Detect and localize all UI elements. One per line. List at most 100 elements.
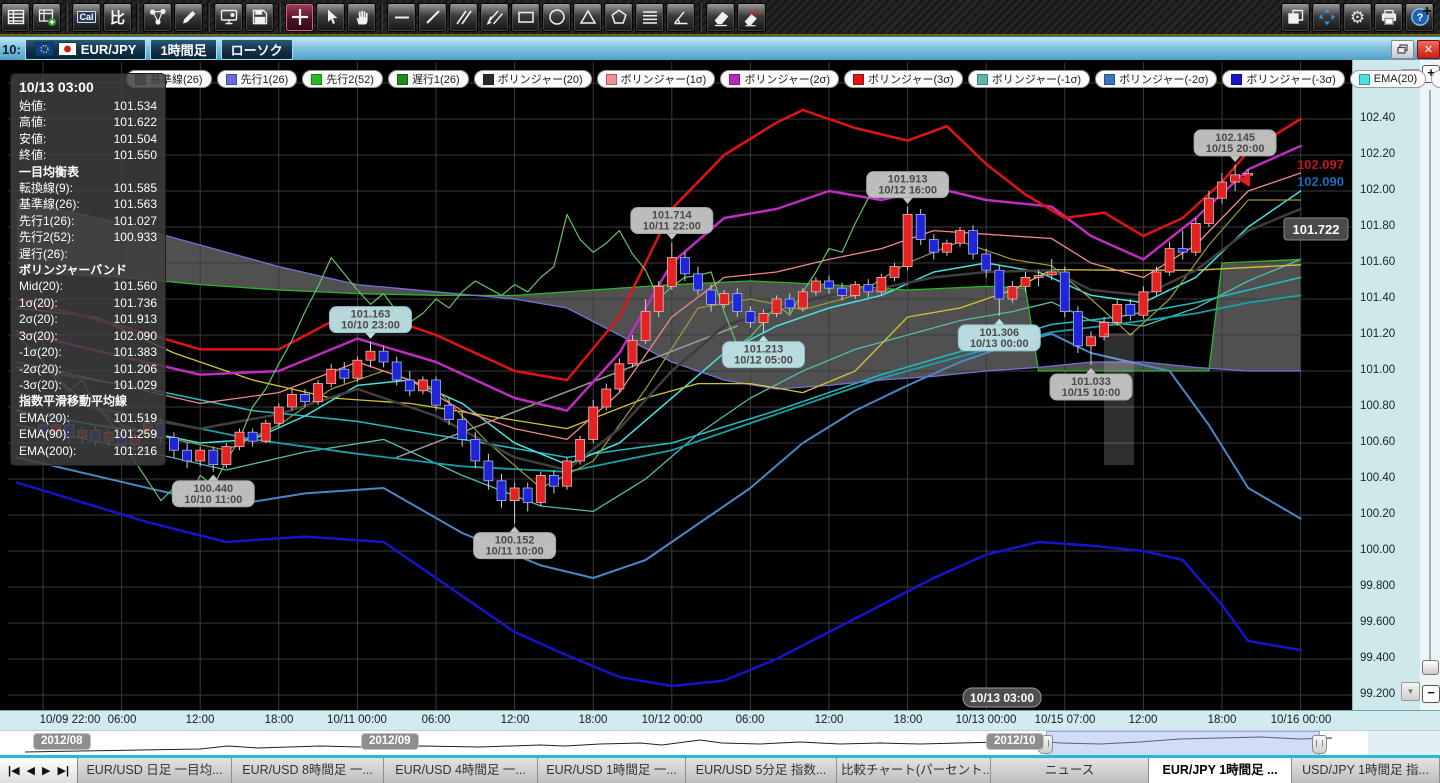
bid-price-label: 102.090 <box>1297 174 1344 189</box>
legend-item[interactable]: EMA(20) <box>1350 70 1426 88</box>
cursor-tool-icon[interactable] <box>316 3 345 32</box>
candle <box>484 461 493 481</box>
expand-window-icon[interactable] <box>1312 3 1341 32</box>
chart-settings-icon[interactable] <box>214 3 243 32</box>
eraser-all-icon[interactable]: ALL <box>737 3 766 32</box>
crosshair-tool-icon[interactable] <box>285 3 314 32</box>
chart-tab[interactable]: 比較チャート(パーセント... <box>837 758 991 783</box>
chart-type-button[interactable]: ローソク <box>221 39 293 60</box>
tab-scroll-button[interactable]: ▶ <box>39 764 53 777</box>
overview-minimap[interactable]: 2012/082012/092012/10 <box>0 730 1440 756</box>
cascade-windows-icon[interactable] <box>1281 3 1310 32</box>
legend-label: 先行1(26) <box>241 71 289 87</box>
price-chart[interactable]: 101.16310/10 23:00100.44010/10 11:00100.… <box>0 60 1352 710</box>
add-table-icon[interactable] <box>32 3 61 32</box>
horizontal-line-tool-icon[interactable] <box>387 3 416 32</box>
info-label: 基準線(26): <box>19 196 80 212</box>
legend-item[interactable]: 先行2(52) <box>302 70 383 88</box>
legend-item[interactable]: 遅行1(26) <box>388 70 469 88</box>
overview-selection[interactable] <box>1046 731 1320 758</box>
legend-item[interactable]: ボリンジャー(-1σ) <box>968 70 1090 88</box>
selection-handle-right[interactable] <box>1312 735 1327 754</box>
save-icon[interactable] <box>245 3 274 32</box>
legend-item[interactable]: ボリンジャー(20) <box>474 70 592 88</box>
print-icon[interactable] <box>1374 3 1403 32</box>
timeframe-label: 1時間足 <box>160 40 206 59</box>
price-tick-label: 100.80 <box>1360 400 1395 412</box>
time-axis[interactable]: 10/09 22:0006:0012:0018:0010/11 00:0006:… <box>0 710 1440 731</box>
tab-scroll-button[interactable]: ◀ <box>24 764 38 777</box>
ellipse-tool-icon[interactable] <box>542 3 571 32</box>
candle <box>589 407 598 439</box>
indicator-graph-icon[interactable] <box>143 3 172 32</box>
hand-tool-icon[interactable] <box>347 3 376 32</box>
legend-item[interactable]: ボリンジャー(2σ) <box>720 70 839 88</box>
chart-tab[interactable]: EUR/USD 5分足 指数... <box>686 758 837 783</box>
info-label: 3σ(20): <box>19 328 58 344</box>
multi-lines-tool-icon[interactable] <box>635 3 664 32</box>
candle <box>759 313 768 322</box>
legend-item[interactable]: ボリンジャー(-3σ) <box>1222 70 1344 88</box>
tab-scroll-button[interactable]: |◀ <box>5 764 23 777</box>
close-icon[interactable]: ✕ <box>1417 40 1440 59</box>
candle <box>235 432 244 446</box>
candle <box>916 214 925 239</box>
candle <box>1126 304 1135 315</box>
calendar-icon[interactable]: Cal <box>72 3 101 32</box>
legend-item[interactable]: 先行1(26) <box>217 70 298 88</box>
legend-item[interactable]: ボリンジャー(1σ) <box>597 70 716 88</box>
tab-scroll-button[interactable]: ▶| <box>54 764 72 777</box>
legend-item[interactable]: EMA(90) <box>1431 70 1440 88</box>
chart-tab[interactable]: USD/JPY 1時間足 指... <box>1292 758 1440 783</box>
chart-tab[interactable]: EUR/USD 4時間足 一... <box>384 758 538 783</box>
price-axis[interactable]: ▲ ▼ 102.60102.40102.20102.00101.80101.60… <box>1352 60 1421 710</box>
rectangle-tool-icon[interactable] <box>511 3 540 32</box>
info-label: 1σ(20): <box>19 295 58 311</box>
month-marker: 2012/09 <box>361 733 419 750</box>
legend-color-chip <box>729 74 740 85</box>
price-tick-label: 99.400 <box>1360 652 1395 664</box>
legend-item[interactable]: ボリンジャー(-2σ) <box>1095 70 1217 88</box>
jp-flag-icon <box>58 42 77 56</box>
chart-tab[interactable]: ニュース <box>991 758 1149 783</box>
candle <box>183 450 192 461</box>
chart-tab[interactable]: EUR/USD 1時間足 一... <box>538 758 686 783</box>
trend-line-tool-icon[interactable] <box>418 3 447 32</box>
info-value: 101.259 <box>114 426 157 442</box>
zoom-out-button[interactable]: − <box>1422 685 1440 703</box>
chart-tab[interactable]: EUR/USD 8時間足 一... <box>232 758 384 783</box>
angle-tool-icon[interactable] <box>666 3 695 32</box>
candle <box>1178 249 1187 253</box>
pencil-icon[interactable] <box>174 3 203 32</box>
data-table-icon[interactable] <box>1 3 30 32</box>
legend-label: ボリンジャー(2σ) <box>744 71 830 87</box>
legend-item[interactable]: ボリンジャー(3σ) <box>844 70 963 88</box>
eraser-icon[interactable] <box>706 3 735 32</box>
zoom-slider-handle[interactable] <box>1422 660 1439 675</box>
parallel-lines-tool-icon[interactable] <box>449 3 478 32</box>
candle <box>301 394 310 401</box>
timeframe-button[interactable]: 1時間足 <box>150 39 216 60</box>
candle <box>694 274 703 290</box>
zoom-track[interactable] <box>1429 90 1431 670</box>
calendar-label: Cal <box>77 11 95 23</box>
pair-selector[interactable]: EUR/JPY <box>25 39 147 60</box>
add-tab-button[interactable]: + <box>1417 2 1437 22</box>
info-row: -1σ(20):101.383 <box>19 344 157 360</box>
legend-color-chip <box>226 74 237 85</box>
settings-gear-icon[interactable]: ⚙ <box>1343 3 1372 32</box>
chart-tab[interactable]: EUR/USD 日足 一目均... <box>78 758 232 783</box>
channel-tool-icon[interactable] <box>480 3 509 32</box>
candle <box>864 285 873 292</box>
pentagon-tool-icon[interactable] <box>604 3 633 32</box>
candle <box>405 380 414 391</box>
zoom-scrollbar[interactable]: + − <box>1420 60 1440 710</box>
scroll-down-icon[interactable]: ▼ <box>1401 682 1420 701</box>
compare-icon[interactable]: 比 <box>103 3 132 32</box>
restore-window-button[interactable] <box>1391 40 1414 59</box>
chart-tab-active[interactable]: EUR/JPY 1時間足 ... <box>1149 758 1292 783</box>
candle <box>1060 272 1069 312</box>
toolbar-divider <box>699 3 702 32</box>
triangle-tool-icon[interactable] <box>573 3 602 32</box>
time-tick-label: 12:00 <box>155 714 245 726</box>
